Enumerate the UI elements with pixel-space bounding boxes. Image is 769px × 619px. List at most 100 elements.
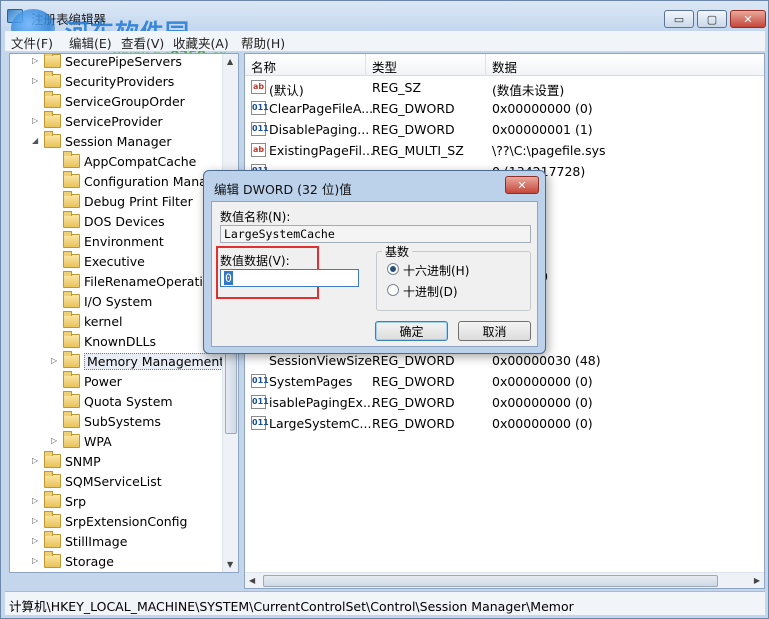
- tree-item[interactable]: Environment: [10, 231, 222, 252]
- tree-item[interactable]: Executive: [10, 251, 222, 272]
- value-row[interactable]: ab ExistingPageFil... REG_MULTI_SZ \??\C:\p…: [245, 140, 764, 161]
- tree-item-label: SecurityProviders: [65, 74, 175, 89]
- tree-item[interactable]: ▷ Srp: [10, 491, 222, 512]
- value-name: isablePagingEx...: [269, 395, 375, 410]
- tree-item[interactable]: ◢ Session Manager: [10, 131, 222, 152]
- tree-item[interactable]: ▷ WPA: [10, 431, 222, 452]
- expand-arrow-icon[interactable]: ▷: [32, 77, 40, 85]
- value-row[interactable]: ab (默认) REG_SZ (数值未设置): [245, 77, 764, 98]
- radio-hex-button[interactable]: [387, 263, 399, 275]
- tree-item[interactable]: ▷ SNMP: [10, 451, 222, 472]
- close-button[interactable]: ✕: [730, 10, 766, 28]
- expand-arrow-icon[interactable]: ▷: [51, 357, 59, 365]
- tree-item[interactable]: ▷ StillImage: [10, 531, 222, 552]
- minimize-button[interactable]: ▭: [664, 10, 694, 28]
- folder-icon: [44, 491, 61, 508]
- tree-item-label: Memory Management: [84, 353, 228, 370]
- tree-item[interactable]: AppCompatCache: [10, 151, 222, 172]
- expand-arrow-icon[interactable]: ▷: [32, 517, 40, 525]
- value-data: \??\C:\pagefile.sys: [492, 143, 606, 158]
- tree-item[interactable]: Power: [10, 371, 222, 392]
- tree-item[interactable]: Debug Print Filter: [10, 191, 222, 212]
- cancel-button[interactable]: 取消: [458, 321, 531, 341]
- expand-arrow-icon[interactable]: ▷: [32, 117, 40, 125]
- scroll-left-arrow-icon[interactable]: ◀: [249, 576, 255, 585]
- value-row[interactable]: 011 SystemPages REG_DWORD 0x00000000 (0): [245, 371, 764, 392]
- tree-item[interactable]: SubSystems: [10, 411, 222, 432]
- folder-icon: [44, 551, 61, 568]
- title-bar[interactable]: 注册表编辑器 河东软件园 www.pc0359.cn ▭ ▢ ✕: [1, 1, 768, 64]
- expand-arrow-icon[interactable]: ▷: [32, 57, 40, 65]
- menu-view[interactable]: 查看(V): [121, 33, 164, 52]
- tree-item-label: SrpExtensionConfig: [65, 514, 188, 529]
- expand-arrow-icon[interactable]: ▷: [51, 437, 59, 445]
- dialog-close-button[interactable]: ✕: [505, 176, 539, 194]
- tree-item[interactable]: FileRenameOperation: [10, 271, 222, 292]
- tree-item-label: I/O System: [84, 294, 153, 309]
- menu-bar: 文件(F) 编辑(E) 查看(V) 收藏夹(A) 帮助(H): [5, 31, 765, 51]
- tree-item[interactable]: kernel: [10, 311, 222, 332]
- base-groupbox: 基数 十六进制(H) 十进制(D): [376, 243, 531, 311]
- expand-arrow-icon[interactable]: ◢: [32, 137, 40, 145]
- expand-arrow-icon[interactable]: ▷: [32, 557, 40, 565]
- value-data-input[interactable]: 0: [220, 269, 359, 287]
- radio-dec-button[interactable]: [387, 284, 399, 296]
- tree-item-label: DOS Devices: [84, 214, 165, 229]
- folder-icon: [44, 451, 61, 468]
- expand-arrow-icon[interactable]: ▷: [32, 537, 40, 545]
- tree-item[interactable]: DOS Devices: [10, 211, 222, 232]
- binary-value-icon: 011: [251, 374, 269, 388]
- tree-item[interactable]: ▷ Memory Management: [10, 351, 228, 372]
- value-type: REG_SZ: [372, 80, 422, 95]
- value-data: 0x00000001 (1): [492, 122, 593, 137]
- tree-item[interactable]: ▷ ServiceProvider: [10, 111, 222, 132]
- tree-item[interactable]: Configuration Manag: [10, 171, 222, 192]
- value-row[interactable]: 011 LargeSystemC... REG_DWORD 0x00000000 (0…: [245, 413, 764, 434]
- expand-arrow-icon[interactable]: ▷: [32, 497, 40, 505]
- list-horizontal-scrollbar[interactable]: ◀ ▶: [245, 572, 764, 588]
- tree-item[interactable]: SQMServiceList: [10, 471, 222, 492]
- tree-item[interactable]: KnownDLLs: [10, 331, 222, 352]
- column-divider[interactable]: [485, 54, 486, 76]
- expand-arrow-icon[interactable]: ▷: [32, 457, 40, 465]
- value-row[interactable]: 011 DisablePaging... REG_DWORD 0x00000001 (…: [245, 119, 764, 140]
- tree-item[interactable]: ▷ Storage: [10, 551, 222, 572]
- menu-help[interactable]: 帮助(H): [241, 33, 285, 52]
- maximize-button[interactable]: ▢: [697, 10, 727, 28]
- value-name: (默认): [269, 83, 304, 98]
- folder-icon: [63, 271, 80, 288]
- column-divider[interactable]: [365, 54, 366, 76]
- tree-item-label: ServiceProvider: [65, 114, 163, 129]
- scroll-down-arrow-icon[interactable]: ▼: [227, 560, 233, 569]
- tree-item[interactable]: I/O System: [10, 291, 222, 312]
- tree-item-label: WPA: [84, 434, 112, 449]
- folder-icon: [44, 71, 61, 88]
- column-name-header[interactable]: 名称: [251, 57, 276, 76]
- value-data: 0x00000000 (0): [492, 101, 593, 116]
- menu-favorites[interactable]: 收藏夹(A): [173, 33, 229, 52]
- menu-file[interactable]: 文件(F): [11, 33, 53, 52]
- tree-item[interactable]: ▷ SrpExtensionConfig: [10, 511, 222, 532]
- tree-item[interactable]: ▷ SecurePipeServers: [10, 54, 222, 72]
- list-header: 名称 类型 数据: [245, 54, 764, 76]
- tree-item[interactable]: ServiceGroupOrder: [10, 91, 222, 112]
- column-type-header[interactable]: 类型: [372, 57, 397, 76]
- value-row[interactable]: 011 isablePagingEx... REG_DWORD 0x00000000 …: [245, 392, 764, 413]
- tree-item[interactable]: ▷ SecurityProviders: [10, 71, 222, 92]
- tree-item-label: Executive: [84, 254, 145, 269]
- scroll-right-arrow-icon[interactable]: ▶: [754, 576, 760, 585]
- folder-icon: [63, 431, 80, 448]
- value-data: (数值未设置): [492, 83, 565, 98]
- ok-button[interactable]: 确定: [375, 321, 448, 341]
- menu-edit[interactable]: 编辑(E): [69, 33, 112, 52]
- tree-item-label: Quota System: [84, 394, 173, 409]
- scroll-up-arrow-icon[interactable]: ▲: [227, 57, 233, 66]
- value-row[interactable]: 011 ClearPageFileA... REG_DWORD 0x00000000 …: [245, 98, 764, 119]
- tree-item[interactable]: Quota System: [10, 391, 222, 412]
- list-scroll-thumb[interactable]: [263, 575, 718, 587]
- dialog-title: 编辑 DWORD (32 位)值: [214, 182, 352, 197]
- column-data-header[interactable]: 数据: [492, 57, 517, 76]
